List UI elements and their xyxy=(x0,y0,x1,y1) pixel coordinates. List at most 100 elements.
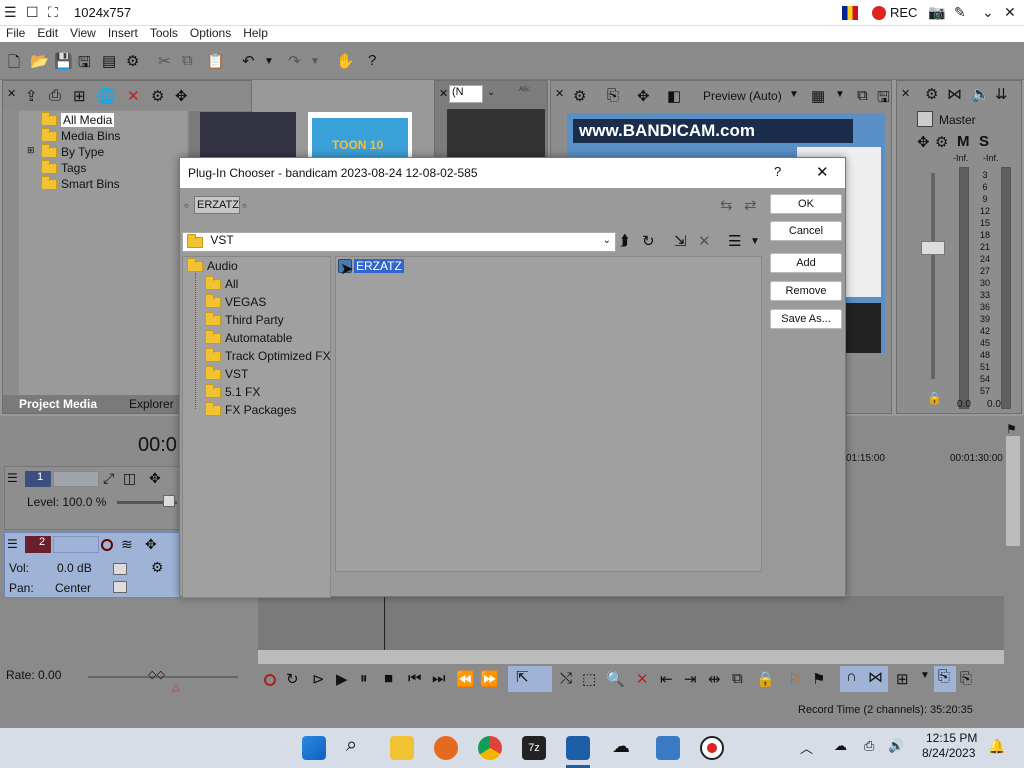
chevron-down-icon[interactable]: ▼ xyxy=(750,236,760,247)
arm-record-icon[interactable] xyxy=(101,539,113,551)
hamburger-menu-icon[interactable]: ☰ xyxy=(4,4,17,21)
pause-icon[interactable]: ⏸ xyxy=(360,670,368,687)
import-media-icon[interactable]: ⇪ xyxy=(25,87,38,105)
web-icon[interactable]: 🌐 xyxy=(97,87,116,105)
master-fader-handle[interactable] xyxy=(921,241,945,255)
trim-icon[interactable]: ⧉ xyxy=(732,670,743,687)
chevron-down-icon[interactable]: ▼ xyxy=(920,670,930,681)
trim-end-icon[interactable]: ⇥ xyxy=(684,670,697,688)
menu-tools[interactable]: Tools xyxy=(144,26,184,40)
move-plugin-right-icon[interactable]: ⇄ xyxy=(744,196,757,214)
show-hidden-icons[interactable]: ︿ xyxy=(800,738,813,757)
view-mode-icon[interactable]: ☰ xyxy=(728,232,741,250)
start-windows-icon[interactable] xyxy=(302,736,326,760)
speaker-icon[interactable]: 🔈 xyxy=(971,85,990,103)
tree-item-vegas[interactable]: VEGAS xyxy=(205,294,266,309)
insert-bus-icon[interactable]: ⋈ xyxy=(947,85,962,103)
move-plugin-left-icon[interactable]: ⇆ xyxy=(720,196,733,214)
lock-envelopes-button[interactable]: ⎘ xyxy=(934,666,956,692)
tree-item-all[interactable]: All xyxy=(205,276,238,291)
tree-item-audio[interactable]: Audio xyxy=(187,258,238,273)
close-panel-icon[interactable]: ✕ xyxy=(555,87,564,100)
help-button[interactable]: ? xyxy=(774,164,781,179)
tree-item-smart-bins[interactable]: Smart Bins xyxy=(41,176,120,191)
selection-tool-icon[interactable]: ⬚ xyxy=(582,670,596,688)
next-frame-icon[interactable]: ⏩ xyxy=(480,670,499,688)
tree-item-by-type[interactable]: By Type xyxy=(41,144,104,159)
get-media-icon[interactable]: ⊞ xyxy=(73,87,86,105)
menu-edit[interactable]: Edit xyxy=(31,26,64,40)
stop-icon[interactable]: ■ xyxy=(384,670,393,687)
cut-icon[interactable]: ✂ xyxy=(158,52,171,70)
tree-item-vst[interactable]: VST xyxy=(205,366,248,381)
clock-time[interactable]: 12:15 PM xyxy=(926,731,977,745)
go-to-end-icon[interactable]: ⏭ xyxy=(432,670,446,687)
chevron-down-icon[interactable]: ▼ xyxy=(835,89,845,100)
tree-item-media-bins[interactable]: Media Bins xyxy=(41,128,120,143)
ok-button[interactable]: OK xyxy=(770,194,842,214)
play-icon[interactable]: ▶ xyxy=(336,670,348,688)
vol-slider-handle[interactable] xyxy=(113,563,127,575)
delete-icon[interactable]: ✕ xyxy=(636,670,649,688)
paste-icon[interactable]: 📋 xyxy=(206,52,225,70)
previous-frame-icon[interactable]: ⏪ xyxy=(456,670,475,688)
marker-icon[interactable]: ⚑ xyxy=(1006,422,1017,436)
close-dialog-button[interactable]: ✕ xyxy=(816,163,829,181)
copy-snapshot-icon[interactable]: ⧉ xyxy=(857,87,868,104)
preview-quality-dropdown[interactable]: Preview (Auto) xyxy=(703,89,782,103)
track-menu-icon[interactable]: ☰ xyxy=(7,537,18,551)
audio-track-header[interactable]: ☰ 2 ≋ ✥ Vol: 0.0 dB ⚙ Pan: Center xyxy=(4,532,180,598)
pan-slider-handle[interactable] xyxy=(113,581,127,593)
undo-dropdown-icon[interactable]: ▼ xyxy=(264,56,274,67)
delete-plugin-icon[interactable]: ✕ xyxy=(698,232,711,250)
split-screen-icon[interactable]: ◧ xyxy=(667,87,681,105)
tab-explorer[interactable]: Explorer xyxy=(129,397,174,411)
chevron-double-down-icon[interactable]: ⌄ xyxy=(982,4,994,21)
trim-start-icon[interactable]: ⇤ xyxy=(660,670,673,688)
rec-label[interactable]: REC xyxy=(890,5,917,20)
track-fx-gear-icon[interactable]: ⚙ xyxy=(151,559,164,576)
onedrive-icon[interactable]: ☁ xyxy=(834,738,847,754)
track-routing-icon[interactable]: ✥ xyxy=(145,536,157,553)
tab-project-media[interactable]: Project Media xyxy=(19,397,97,411)
edit-tool-button[interactable]: ⇱ xyxy=(508,666,552,692)
solo-button[interactable]: S xyxy=(979,133,989,150)
ignore-grouping-icon[interactable]: ⎘ xyxy=(960,670,972,687)
pen-icon[interactable]: ✎ xyxy=(954,4,966,21)
chain-plugin-erzatz[interactable]: ERZATZ xyxy=(194,196,240,214)
media-thumbnail-2[interactable]: TOON 10 xyxy=(308,112,412,160)
camera-icon[interactable]: 📷 xyxy=(928,4,945,21)
marker-flag-icon[interactable]: ⚐ xyxy=(788,670,801,688)
undo-icon[interactable]: ↶ xyxy=(242,52,255,70)
lock-icon[interactable]: 🔒 xyxy=(927,391,942,405)
window-restore-icon[interactable]: ☐ xyxy=(26,4,39,21)
tree-item-all-media[interactable]: All Media xyxy=(41,112,115,127)
search-icon[interactable]: ⌕ xyxy=(346,734,357,757)
whats-this-help-icon[interactable]: ? xyxy=(368,52,376,69)
track-name-field[interactable] xyxy=(53,536,99,553)
move-icon[interactable]: ✥ xyxy=(637,87,650,105)
master-checkbox[interactable] xyxy=(917,111,933,127)
close-panel-icon[interactable]: ✕ xyxy=(7,87,16,100)
new-file-icon[interactable]: 🗋 xyxy=(8,52,20,77)
loop-icon[interactable]: ↻ xyxy=(286,670,299,688)
chrome-icon[interactable] xyxy=(478,736,502,760)
cube-app-icon[interactable] xyxy=(656,736,680,760)
up-folder-icon[interactable]: ⮭ xyxy=(620,232,629,249)
tree-item-fx-packages[interactable]: FX Packages xyxy=(205,402,296,417)
menu-file[interactable]: File xyxy=(0,26,31,40)
abc-icon[interactable]: ᴬᴮᶜ xyxy=(519,85,530,95)
external-monitor-icon[interactable]: ⎘ xyxy=(607,87,619,104)
track-fx-icon[interactable]: ✥ xyxy=(149,470,161,487)
media-fx-icon[interactable]: ⚙ xyxy=(151,87,164,105)
screenshot-crop-icon[interactable]: ⛶ xyxy=(48,4,58,21)
7zip-icon[interactable]: 7z xyxy=(522,736,546,760)
overlays-icon[interactable]: ▦ xyxy=(811,87,825,105)
vertical-scrollbar[interactable] xyxy=(1006,436,1020,546)
record-icon[interactable] xyxy=(264,674,276,686)
close-icon[interactable]: ✕ xyxy=(1004,4,1016,21)
save-icon[interactable]: 💾 xyxy=(54,52,73,70)
go-to-start-icon[interactable]: ⏮ xyxy=(408,670,422,687)
mute-button[interactable]: M xyxy=(957,133,970,150)
redo-icon[interactable]: ↷ xyxy=(288,52,301,70)
